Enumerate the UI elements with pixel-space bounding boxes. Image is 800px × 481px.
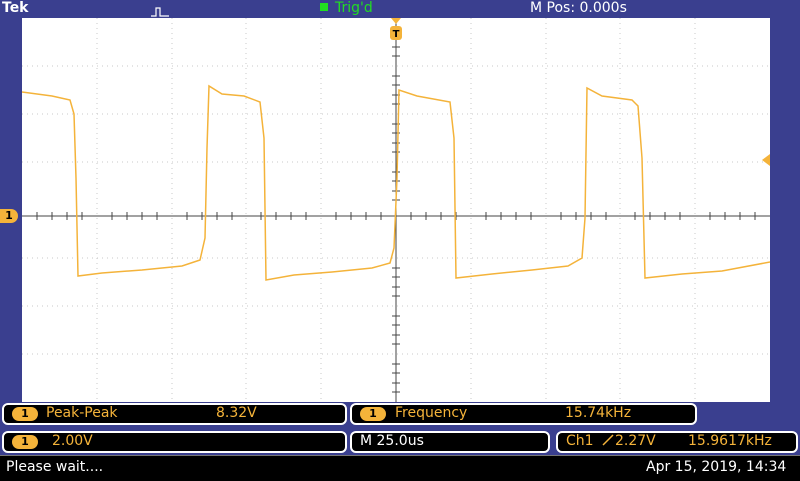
status-datetime: Apr 15, 2019, 14:34 [646,459,787,475]
measurement-value: 8.32V [216,405,257,421]
brand-label: Tek [2,0,29,16]
trigger-position-marker [391,18,401,24]
measurement-name: Peak-Peak [46,405,118,421]
channel-badge: 1 [12,407,38,421]
channel1-ground-marker[interactable]: 1 [0,209,18,223]
trigger-source: Ch1 [566,433,594,449]
measurement-frequency[interactable]: 1 Frequency 15.74kHz [350,403,697,425]
svg-text:T: T [393,29,400,40]
timebase-value: M 25.0us [360,433,424,449]
trigger-level-marker [762,154,770,166]
channel-badge: 1 [12,435,38,449]
measurement-peak-peak[interactable]: 1 Peak-Peak 8.32V [2,403,347,425]
volts-per-div: 2.00V [52,433,93,449]
waveform-display[interactable]: T [22,18,770,402]
trigger-status: Trig'd [335,0,373,16]
timebase-panel[interactable]: M 25.0us [350,431,550,453]
measurement-name: Frequency [395,405,468,421]
trigger-frequency: 15.9617kHz [688,433,772,449]
channel-badge: 1 [360,407,386,421]
top-bar: Tek Trig'd M Pos: 0.000s [0,0,800,18]
horizontal-position: M Pos: 0.000s [530,0,627,16]
trigger-status-icon [320,3,328,11]
measurement-value: 15.74kHz [565,405,632,421]
rising-edge-icon [602,433,614,451]
status-message: Please wait.... [6,459,104,475]
channel-scale-panel[interactable]: 1 2.00V [2,431,347,453]
trigger-panel[interactable]: Ch1 2.27V 15.9617kHz [556,431,798,453]
status-bar: Please wait.... Apr 15, 2019, 14:34 [0,455,800,481]
trigger-level: 2.27V [615,433,656,449]
graticule: T [22,18,770,402]
